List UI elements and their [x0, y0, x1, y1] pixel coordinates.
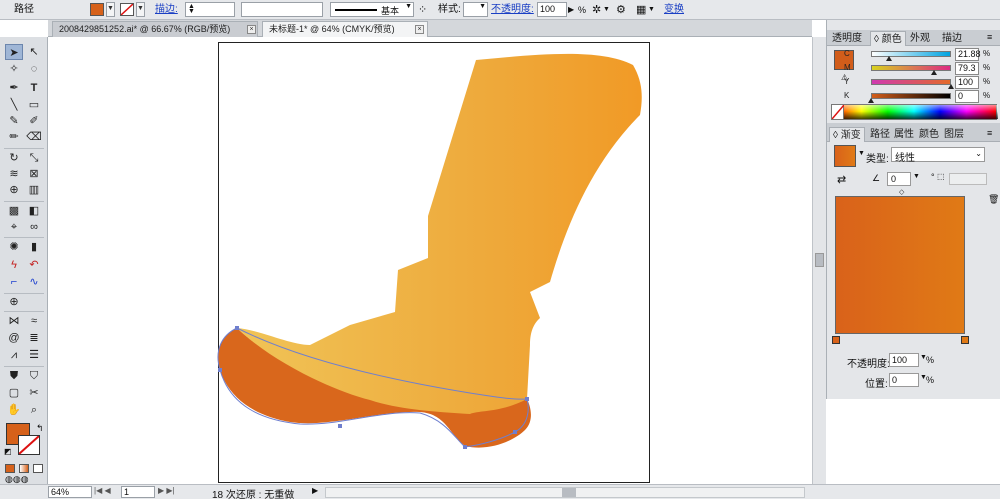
channel-value-input[interactable]: 100	[955, 76, 979, 89]
aspect-ratio-input[interactable]	[949, 173, 987, 185]
first-page-icon[interactable]: |◀ ◀	[94, 486, 111, 495]
channel-value-input[interactable]: 21.88	[955, 48, 981, 61]
status-bar: 64% |◀ ◀ 1 ▶ ▶| 18 次还原 : 无重做 ▶	[0, 484, 1000, 499]
tab-color[interactable]: ◊ 颜色	[870, 31, 906, 46]
channel-row-y: Y 100%	[827, 76, 1000, 90]
tab-layers[interactable]: 图层	[941, 127, 967, 142]
channel-label: C	[844, 49, 850, 58]
percent-label: %	[983, 63, 991, 72]
reverse-gradient-icon[interactable]: ⇄	[837, 173, 846, 186]
tab-color-2[interactable]: 颜色	[916, 127, 942, 142]
horizontal-scrollbar[interactable]	[325, 487, 805, 498]
gradient-stop-right[interactable]	[961, 336, 969, 344]
channel-slider[interactable]	[871, 51, 951, 57]
gradient-ramp[interactable]	[835, 196, 965, 334]
anchor-point[interactable]	[513, 430, 517, 434]
anchor-point[interactable]	[235, 326, 239, 330]
next-page-icon[interactable]: ▶ ▶|	[158, 486, 175, 495]
channel-label: Y	[844, 77, 850, 86]
gradient-type-select[interactable]: 线性 ⌄	[891, 147, 985, 164]
stop-opacity-label: 不透明度:	[847, 359, 890, 370]
chevron-down-icon[interactable]: ▼	[858, 150, 865, 157]
channel-label: K	[844, 91, 850, 100]
aspect-ratio-icon: ⬚	[937, 172, 945, 181]
channel-row-k: K 0%	[827, 90, 1000, 104]
cmyk-sliders: C 21.88% M 79.3% Y 100% K 0%	[827, 46, 1000, 106]
type-label: 类型:	[866, 154, 889, 165]
boot-body[interactable]	[237, 53, 642, 415]
anchor-point[interactable]	[525, 397, 529, 401]
zoom-field[interactable]: 64%	[48, 486, 92, 498]
chevron-down-icon[interactable]: ▼	[913, 173, 920, 180]
panel-dock: 透明度 ◊ 颜色 外观 描边 ≡ ⚠ C 21.88% M 79.3% Y 100% K 0%…	[826, 20, 1000, 399]
tab-pathfinder[interactable]: 路径	[867, 127, 893, 142]
percent-label: %	[983, 91, 991, 100]
channel-value-input[interactable]: 79.3	[955, 62, 979, 75]
channel-row-c: C 21.88%	[827, 48, 1000, 62]
panel-menu-icon[interactable]: ≡	[987, 128, 992, 138]
tab-appearance[interactable]: 外观	[907, 31, 933, 46]
slider-handle-icon[interactable]	[868, 98, 874, 103]
slider-handle-icon[interactable]	[931, 70, 938, 75]
gradient-stop-left[interactable]	[832, 336, 840, 344]
tab-gradient[interactable]: ◊ 渐变	[829, 127, 865, 142]
angle-icon: ∠	[872, 173, 881, 183]
channel-value-input[interactable]: 0	[955, 90, 979, 103]
gradient-preview[interactable]	[834, 145, 856, 167]
anchor-point[interactable]	[463, 445, 467, 449]
page-field[interactable]: 1	[121, 486, 155, 498]
slider-handle-icon[interactable]	[948, 84, 954, 89]
slider-handle-icon[interactable]	[885, 56, 892, 61]
status-message: 18 次还原 : 无重做	[212, 490, 295, 499]
stop-location-input[interactable]: 0	[889, 373, 919, 387]
anchor-point[interactable]	[218, 368, 222, 372]
panel-toggle-icon: ◊	[833, 130, 841, 141]
status-menu-icon[interactable]: ▶	[312, 486, 318, 495]
panel-menu-icon[interactable]: ≡	[987, 32, 992, 42]
percent-label: %	[983, 77, 991, 86]
tab-attributes[interactable]: 属性	[891, 127, 917, 142]
chevron-down-icon: ⌄	[975, 149, 982, 158]
color-spectrum[interactable]	[831, 104, 998, 120]
vertical-scrollbar[interactable]	[812, 37, 826, 485]
delete-stop-icon[interactable]: 🗑	[988, 194, 999, 205]
none-color-icon[interactable]	[831, 104, 845, 120]
stop-location-label: 位置:	[865, 379, 888, 390]
angle-unit: °	[931, 172, 935, 182]
midpoint-diamond-icon[interactable]: ◇	[899, 188, 904, 196]
panel-toggle-icon: ◊	[874, 34, 882, 45]
percent-label: %	[983, 49, 991, 58]
tab-transparency[interactable]: 透明度	[829, 31, 865, 46]
scroll-thumb[interactable]	[562, 488, 576, 497]
tab-stroke[interactable]: 描边	[939, 31, 965, 46]
gradient-panel-tabs: ◊ 渐变 路径 属性 颜色 图层 ≡	[827, 126, 1000, 142]
channel-row-m: M 79.3%	[827, 62, 1000, 76]
channel-slider[interactable]	[871, 79, 951, 85]
color-panel-tabs: 透明度 ◊ 颜色 外观 描边 ≡	[827, 30, 1000, 46]
angle-input[interactable]: 0	[887, 172, 911, 186]
stop-opacity-input[interactable]: 100	[889, 353, 919, 367]
channel-slider[interactable]	[871, 93, 951, 99]
anchor-point[interactable]	[338, 424, 342, 428]
channel-slider[interactable]	[871, 65, 951, 71]
scroll-thumb[interactable]	[815, 253, 824, 267]
channel-label: M	[844, 63, 851, 72]
